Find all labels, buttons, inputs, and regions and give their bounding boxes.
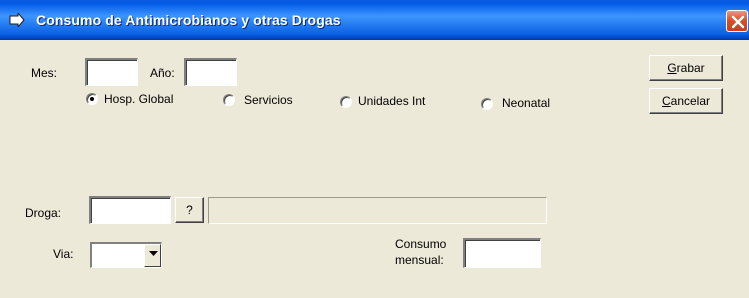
via-label: Via: — [53, 247, 74, 261]
consumo-label-line1: Consumo — [395, 237, 447, 251]
radio-hosp-global-label[interactable]: Hosp. Global — [104, 92, 173, 106]
cancelar-button[interactable]: Cancelar — [649, 88, 723, 114]
consumo-label-line2: mensual: — [395, 253, 444, 267]
close-button[interactable] — [726, 10, 748, 32]
ano-input[interactable] — [184, 58, 237, 86]
window-title: Consumo de Antimicrobianos y otras Droga… — [36, 12, 341, 28]
radio-servicios-label[interactable]: Servicios — [244, 93, 293, 107]
droga-description-field — [208, 197, 547, 224]
radio-unidades-int-label[interactable]: Unidades Int — [358, 94, 425, 108]
close-x-icon — [731, 15, 745, 29]
radio-hosp-global[interactable] — [86, 93, 98, 105]
form-body: Mes: Año: Hosp. Global Servicios Unidade… — [0, 40, 749, 298]
chevron-down-icon — [149, 251, 158, 256]
mes-input[interactable] — [85, 58, 138, 86]
radio-servicios[interactable] — [223, 94, 235, 106]
droga-input[interactable] — [89, 196, 171, 224]
consumo-mensual-input[interactable] — [463, 238, 541, 268]
droga-lookup-button[interactable]: ? — [175, 197, 204, 223]
via-select[interactable] — [90, 242, 162, 268]
droga-label: Droga: — [25, 206, 62, 220]
radio-neonatal-label[interactable]: Neonatal — [502, 96, 550, 110]
ano-label: Año: — [150, 66, 175, 80]
radio-selected-dot — [90, 97, 94, 101]
mes-label: Mes: — [31, 66, 58, 80]
arrow-pointer-icon — [9, 11, 25, 29]
grabar-button[interactable]: Grabar — [649, 55, 723, 81]
title-bar[interactable]: Consumo de Antimicrobianos y otras Droga… — [0, 0, 749, 40]
radio-unidades-int[interactable] — [340, 96, 352, 108]
via-dropdown-button[interactable] — [144, 244, 161, 267]
radio-neonatal[interactable] — [481, 98, 493, 110]
app-window: Consumo de Antimicrobianos y otras Droga… — [0, 0, 749, 298]
